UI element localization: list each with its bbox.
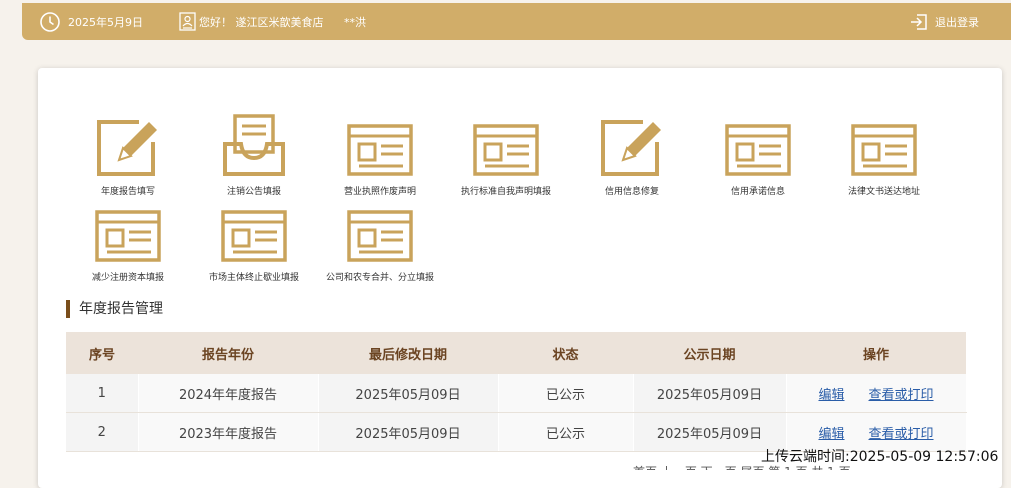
- upload-time: 上传云端时间:2025-05-09 12:57:06: [761, 449, 999, 465]
- tile-label: 公司和农专合并、分立填报: [325, 273, 434, 283]
- tile-label: 年度报告填写: [100, 187, 155, 197]
- cell-status: 已公示: [498, 412, 634, 452]
- cell-status: 已公示: [498, 374, 634, 413]
- view-print-link[interactable]: 查看或打印: [869, 427, 934, 442]
- column-header: 序号: [66, 332, 138, 374]
- form-icon: [95, 198, 161, 264]
- logout-icon: [910, 13, 928, 31]
- tile-label: 注销公告填报: [226, 187, 281, 197]
- annual-report-table: 序号 报告年份 最后修改日期 状态 公示日期 操作 1 2024年年度报告 20…: [66, 332, 967, 452]
- greeting-text: 您好！ 遂江区米歆美食店: [199, 15, 324, 29]
- form-icon: [725, 112, 791, 178]
- section-title: 年度报告管理: [66, 300, 163, 318]
- tile-label: 信用承诺信息: [730, 187, 785, 197]
- view-print-link[interactable]: 查看或打印: [869, 388, 934, 403]
- tile-annual-report[interactable]: 年度报告填写: [68, 112, 188, 202]
- cell-no: 1: [66, 374, 139, 413]
- tile-standard-declaration[interactable]: 执行标准自我声明填报: [446, 112, 566, 202]
- tile-label: 信用信息修复: [604, 187, 659, 197]
- cell-modified: 2025年05月09日: [318, 412, 499, 452]
- edit-icon: [95, 112, 161, 178]
- user-badge-icon: [179, 12, 196, 31]
- clock-icon: [39, 11, 61, 33]
- form-icon: [347, 112, 413, 178]
- greeting: 您好！ 遂江区米歆美食店: [179, 3, 324, 40]
- tile-label: 市场主体终止歇业填报: [208, 273, 299, 283]
- form-icon: [473, 112, 539, 178]
- logout-button[interactable]: 退出登录: [910, 3, 979, 40]
- date-display: 2025年5月9日: [39, 3, 143, 40]
- logout-label: 退出登录: [935, 15, 979, 29]
- date-text: 2025年5月9日: [68, 15, 143, 29]
- tile-capital-reduction[interactable]: 减少注册资本填报: [68, 198, 188, 288]
- main-card: 年度报告填写 注销公告填报 营业执照作废声明 执行标准自我声明填报 信用信息修复…: [38, 68, 1002, 488]
- form-icon: [221, 198, 287, 264]
- user-name: **洪: [344, 15, 366, 29]
- tile-license-void[interactable]: 营业执照作废声明: [320, 112, 440, 202]
- cell-published: 2025年05月09日: [633, 374, 787, 413]
- tile-label: 营业执照作废声明: [343, 187, 416, 197]
- edit-icon: [599, 112, 665, 178]
- tile-credit-commitment[interactable]: 信用承诺信息: [698, 112, 818, 202]
- tile-merger-split[interactable]: 公司和农专合并、分立填报: [320, 198, 440, 288]
- table-header-row: 序号 报告年份 最后修改日期 状态 公示日期 操作: [66, 332, 966, 374]
- edit-link[interactable]: 编辑: [818, 427, 844, 442]
- tile-cancellation-notice[interactable]: 注销公告填报: [194, 112, 314, 202]
- top-bar: 2025年5月9日 您好！ 遂江区米歆美食店 **洪 退出登录: [22, 3, 1011, 40]
- column-header: 状态: [498, 332, 633, 374]
- edit-link[interactable]: 编辑: [818, 388, 844, 403]
- tile-legal-address[interactable]: 法律文书送达地址: [824, 112, 944, 202]
- inbox-icon: [221, 112, 287, 178]
- tile-business-suspension[interactable]: 市场主体终止歇业填报: [194, 198, 314, 288]
- cell-actions: 编辑 查看或打印: [786, 374, 967, 413]
- tile-credit-repair[interactable]: 信用信息修复: [572, 112, 692, 202]
- tile-label: 执行标准自我声明填报: [460, 187, 551, 197]
- column-header: 报告年份: [138, 332, 318, 374]
- table-row: 1 2024年年度报告 2025年05月09日 已公示 2025年05月09日 …: [66, 374, 967, 413]
- column-header: 操作: [786, 332, 966, 374]
- cell-no: 2: [66, 412, 139, 452]
- tile-label: 法律文书送达地址: [847, 187, 920, 197]
- cell-year: 2024年年度报告: [138, 374, 319, 413]
- cell-year: 2023年年度报告: [138, 412, 319, 452]
- form-icon: [851, 112, 917, 178]
- tile-label: 减少注册资本填报: [91, 273, 164, 283]
- column-header: 公示日期: [633, 332, 786, 374]
- form-icon: [347, 198, 413, 264]
- column-header: 最后修改日期: [318, 332, 498, 374]
- cell-modified: 2025年05月09日: [318, 374, 499, 413]
